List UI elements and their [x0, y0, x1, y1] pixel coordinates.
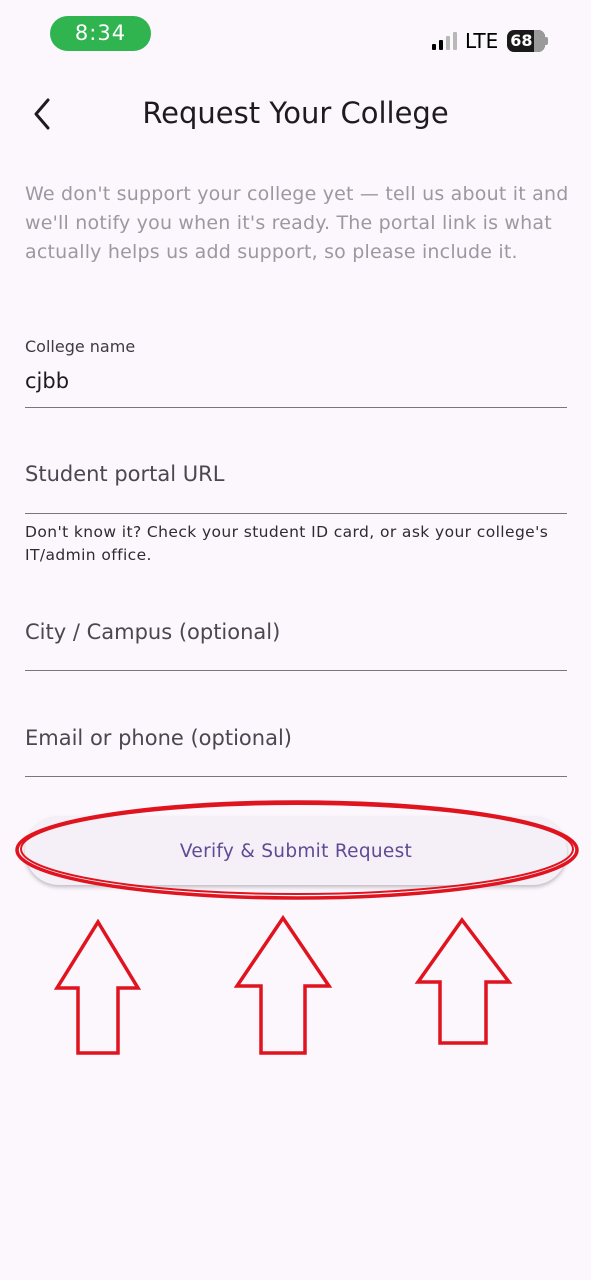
portal-url-field[interactable] [25, 440, 567, 514]
intro-text: We don't support your college yet — tell… [25, 183, 569, 263]
page-title: Request Your College [142, 96, 449, 130]
portal-url-input[interactable] [25, 458, 565, 490]
portal-url-helper: Don't know it? Check your student ID car… [25, 523, 549, 564]
city-input[interactable] [25, 616, 565, 648]
city-field[interactable] [25, 600, 567, 671]
up-arrow-center [233, 914, 333, 1055]
contact-field[interactable] [25, 706, 567, 777]
submit-request-button[interactable]: Verify & Submit Request [25, 817, 567, 885]
college-name-input[interactable] [25, 366, 565, 396]
up-arrow-left [53, 918, 142, 1055]
network-type: LTE [465, 29, 499, 53]
college-name-label: College name [25, 337, 136, 356]
status-indicators: LTE 68 [432, 27, 549, 55]
signal-icon [432, 32, 457, 50]
contact-input[interactable] [25, 722, 565, 754]
battery-level: 68 [510, 31, 533, 50]
battery-icon: 68 [507, 30, 546, 52]
status-time: 8:34 [50, 16, 151, 51]
college-name-field[interactable]: College name [25, 330, 567, 408]
up-arrow-right [414, 917, 513, 1045]
